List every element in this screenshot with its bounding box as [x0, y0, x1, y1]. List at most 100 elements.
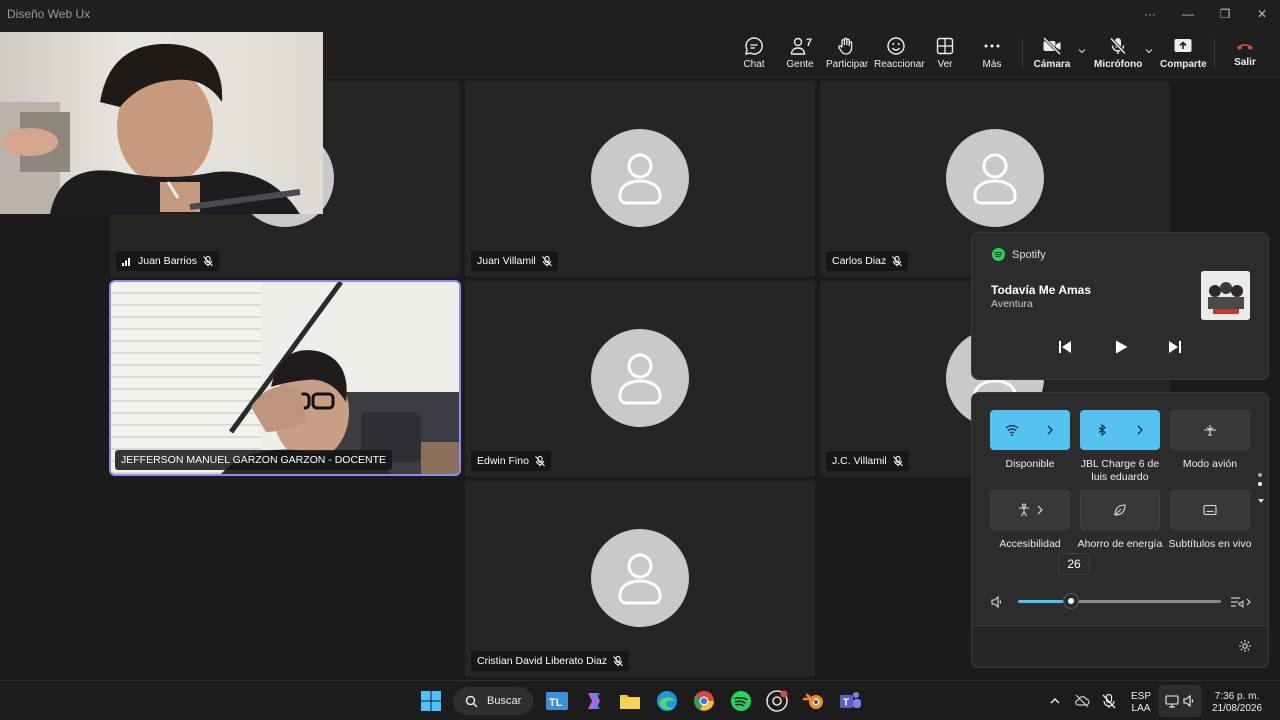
emoji-icon [887, 37, 905, 55]
blender-icon[interactable] [802, 689, 826, 713]
airplane-label: Modo avión [1182, 458, 1238, 470]
translator-app-icon[interactable]: TL [545, 689, 569, 713]
avatar [591, 329, 689, 427]
file-explorer-icon[interactable] [618, 689, 642, 713]
participant-nametag: Juan Barrios [116, 251, 219, 271]
windows-start-icon[interactable] [419, 689, 443, 713]
camera-options-chevron-icon[interactable] [1077, 46, 1087, 56]
participant-tile-active-speaker[interactable]: JEFFERSON MANUEL GARZON GARZON - DOCENTE [109, 280, 461, 476]
clock[interactable]: 7:36 p. m. 21/08/2026 [1208, 691, 1266, 715]
mic-options-chevron-icon[interactable] [1144, 46, 1154, 56]
share-button[interactable]: Comparte [1160, 34, 1207, 76]
mic-muted-icon [892, 255, 903, 266]
participant-nametag: Edwin Fino [471, 451, 551, 471]
mic-muted-icon [892, 455, 903, 466]
search-label: Buscar [487, 695, 522, 707]
microphone-button[interactable]: Micrófono [1094, 34, 1142, 76]
album-art-image [1201, 271, 1250, 320]
participant-name: Cristian David Liberato Diaz [477, 655, 608, 667]
avatar [591, 529, 689, 627]
accessibility-label: Accesibilidad [999, 538, 1061, 550]
cloud-sync-off-icon[interactable] [1074, 693, 1090, 709]
self-view-image [0, 43, 301, 214]
song-artist: Aventura [991, 298, 1033, 310]
minimize-button[interactable]: — [1170, 0, 1206, 28]
hang-up-icon [1237, 44, 1253, 50]
show-hidden-icons-chevron-icon[interactable] [1049, 695, 1061, 707]
chevron-right-icon[interactable] [1135, 423, 1145, 437]
volume-icon [1183, 694, 1194, 708]
captions-icon [1203, 504, 1217, 516]
participant-nametag: Cristian David Liberato Diaz [471, 651, 630, 671]
camera-button[interactable]: Cámara [1032, 34, 1072, 76]
network-ethernet-icon [1165, 695, 1179, 708]
search-icon [465, 695, 478, 708]
wifi-toggle[interactable] [990, 410, 1070, 450]
raise-hand-button[interactable]: Participar [826, 34, 868, 76]
more-options-icon[interactable]: ··· [1132, 0, 1168, 28]
accessibility-toggle[interactable] [990, 490, 1070, 530]
participant-nametag: Carlos Diaz [826, 251, 909, 271]
live-captions-toggle[interactable] [1170, 490, 1250, 530]
previous-track-icon[interactable] [1055, 337, 1075, 357]
edge-browser-icon[interactable] [655, 689, 679, 713]
leave-button[interactable]: Salir [1226, 34, 1264, 76]
participant-tile[interactable]: Edwin Fino [465, 281, 815, 477]
settings-gear-icon[interactable] [1238, 639, 1252, 653]
next-track-icon[interactable] [1165, 337, 1185, 357]
airplane-mode-toggle[interactable] [1170, 410, 1250, 450]
participant-name: Juan Barrios [138, 255, 197, 267]
audio-output-icon[interactable] [1230, 594, 1252, 610]
volume-slider-fill [1018, 600, 1071, 603]
participant-nametag: Juan Villamil [471, 251, 558, 271]
chevron-right-icon[interactable] [1035, 503, 1045, 517]
maximize-button[interactable]: ❐ [1207, 0, 1243, 28]
play-icon[interactable] [1111, 337, 1131, 357]
mic-muted-tray-icon[interactable] [1101, 693, 1117, 709]
spotify-icon [992, 248, 1005, 261]
battery-saver-toggle[interactable] [1080, 490, 1160, 530]
signal-icon [122, 258, 130, 266]
chevron-down-icon [1258, 499, 1264, 503]
taskbar-search[interactable]: Buscar [453, 687, 533, 715]
toolbar-divider [1022, 38, 1023, 68]
volume-slider-thumb[interactable] [1063, 594, 1078, 608]
chat-icon [745, 37, 763, 55]
participant-name: Edwin Fino [477, 455, 529, 467]
chevron-right-icon[interactable] [1045, 423, 1055, 437]
participant-tile[interactable]: Juan Villamil [465, 81, 815, 277]
participant-name: JEFFERSON MANUEL GARZON GARZON - DOCENTE [121, 454, 387, 466]
page-indicator[interactable] [1258, 473, 1264, 509]
input-language[interactable]: ESP LAA [1128, 691, 1154, 715]
bluetooth-toggle[interactable] [1080, 410, 1160, 450]
mic-muted-icon [203, 255, 213, 266]
participant-tile[interactable]: Cristian David Liberato Diaz [465, 481, 815, 677]
speaker-icon[interactable] [990, 595, 1004, 609]
view-button[interactable]: Ver [928, 34, 962, 76]
close-button[interactable]: ✕ [1244, 0, 1280, 28]
chat-button[interactable]: Chat [734, 34, 774, 76]
spotify-app-icon[interactable] [729, 689, 753, 713]
react-button[interactable]: Reaccionar [874, 34, 925, 76]
volume-slider[interactable] [1018, 594, 1221, 608]
battery-saver-label: Ahorro de energía [1077, 538, 1163, 550]
person-icon [618, 353, 662, 405]
wifi-icon [1005, 425, 1019, 436]
keyboard-layout: LAA [1131, 703, 1151, 714]
teams-icon[interactable]: T [838, 689, 862, 713]
chrome-profile-icon[interactable] [765, 689, 789, 713]
more-button[interactable]: Más [976, 34, 1008, 76]
people-button[interactable]: 7 Gente [782, 34, 818, 76]
chrome-browser-icon[interactable] [692, 689, 716, 713]
share-screen-icon [1174, 39, 1192, 52]
mic-muted-icon [541, 255, 552, 266]
toolbar-divider-2 [1214, 38, 1215, 68]
copilot-icon[interactable] [582, 689, 606, 713]
svg-text:T: T [843, 698, 849, 709]
mic-muted-icon [535, 455, 545, 466]
mic-off-icon [1109, 37, 1127, 55]
quick-settings-button[interactable] [1158, 685, 1202, 717]
self-view-video[interactable] [0, 32, 323, 214]
participant-name: Carlos Diaz [832, 255, 887, 267]
clock-date: 21/08/2026 [1211, 703, 1263, 714]
